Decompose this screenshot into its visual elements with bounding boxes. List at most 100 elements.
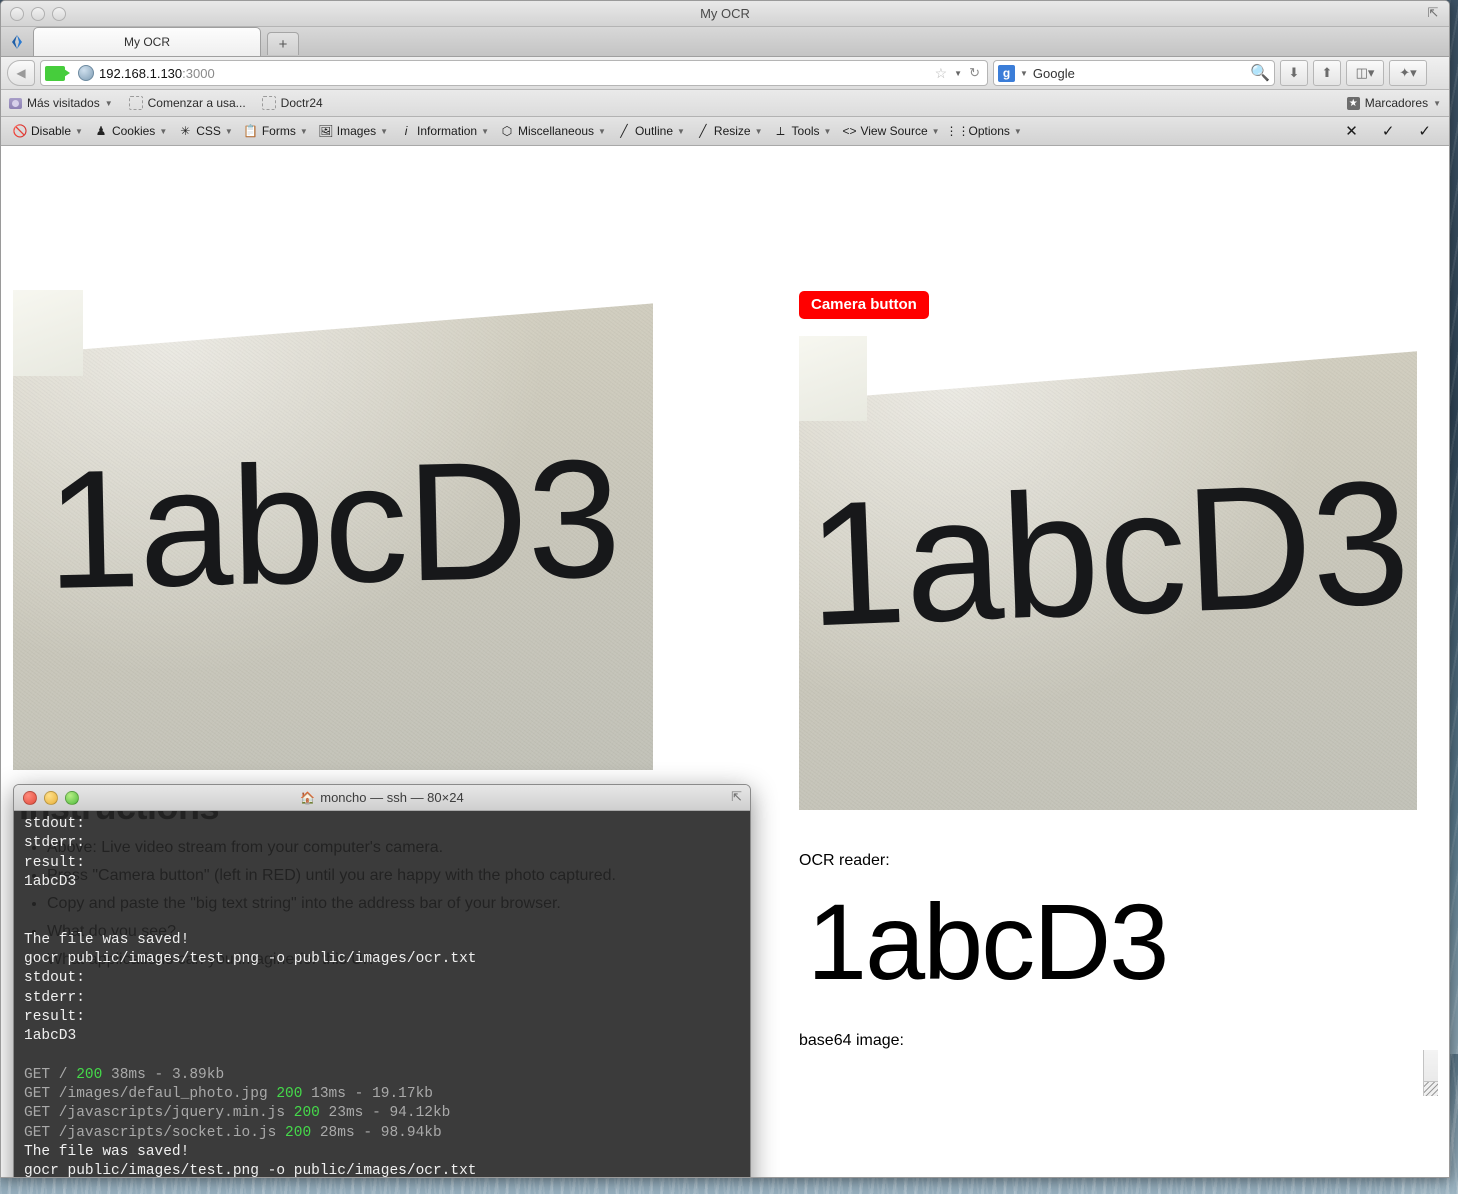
- expand-icon[interactable]: ⇱: [731, 789, 742, 805]
- chevron-down-icon-d4[interactable]: ▼: [380, 127, 388, 136]
- no-entry-icon: 🚫: [12, 124, 28, 138]
- devtool-images[interactable]: 🖼 Images ▼: [315, 118, 395, 144]
- bookmark-label: Comenzar a usa...: [147, 96, 246, 110]
- star-icon[interactable]: ☆: [935, 65, 948, 82]
- chevron-down-icon-bm[interactable]: ▼: [105, 99, 113, 108]
- devtool-label: Outline: [634, 124, 673, 138]
- terminal-line: GET /images/defaul_photo.jpg 200 13ms - …: [24, 1086, 433, 1103]
- terminal-zoom-button[interactable]: [65, 791, 79, 805]
- devtool-css[interactable]: ✳ CSS ▼: [174, 118, 240, 144]
- tab-label: My OCR: [124, 35, 170, 49]
- devtool-cookies[interactable]: ♟ Cookies ▼: [90, 118, 174, 144]
- error-x-icon[interactable]: ✕: [1345, 122, 1358, 140]
- devtool-label: View Source: [860, 124, 928, 138]
- devtool-outline[interactable]: ╱ Outline ▼: [613, 118, 692, 144]
- addons-icon[interactable]: ✦▾: [1389, 60, 1427, 86]
- address-bar-actions: ☆ ▼ ↻: [935, 65, 983, 82]
- terminal-titlebar: 🏠 moncho — ssh — 80×24 ⇱: [14, 785, 750, 811]
- url-port: :3000: [182, 65, 215, 81]
- search-bar[interactable]: g ▼ Google 🔍: [993, 60, 1275, 86]
- box-icon: ⬡: [501, 124, 513, 138]
- search-input[interactable]: Google: [1033, 66, 1245, 81]
- search-icon[interactable]: 🔍: [1250, 63, 1270, 83]
- chevron-down-icon-d1[interactable]: ▼: [159, 127, 167, 136]
- code-brackets-icon: <>: [842, 124, 857, 138]
- devtool-label: Miscellaneous: [518, 124, 595, 138]
- firefox-logo-icon: [1, 27, 33, 56]
- devtool-disable[interactable]: 🚫 Disable ▼: [9, 118, 90, 144]
- google-badge-icon[interactable]: g: [998, 64, 1015, 82]
- devtool-label: Cookies: [111, 124, 156, 138]
- devtool-view-source[interactable]: <> View Source ▼: [838, 118, 946, 144]
- terminal-line: gocr public/images/test.png -o public/im…: [24, 951, 477, 968]
- minimize-button[interactable]: [31, 7, 45, 21]
- devtool-forms[interactable]: 📋 Forms ▼: [240, 118, 315, 144]
- chevron-down-icon-d11[interactable]: ▼: [1014, 127, 1022, 136]
- chevron-down-icon-d3[interactable]: ▼: [300, 127, 308, 136]
- terminal-window-controls[interactable]: [23, 791, 79, 805]
- download-arrow-icon[interactable]: ⬇: [1280, 60, 1308, 86]
- resize-grip-icon[interactable]: [1423, 1081, 1438, 1096]
- bookmark-comenzar-a-usar[interactable]: Comenzar a usa...: [128, 96, 246, 110]
- tab-strip: My OCR +: [1, 27, 1449, 57]
- home-icon[interactable]: ⬆: [1313, 60, 1341, 86]
- blank-page-icon: [128, 96, 143, 110]
- ruler-icon: ╱: [699, 124, 707, 138]
- bookmark-doctr24[interactable]: Doctr24: [261, 96, 323, 110]
- terminal-line: result:: [24, 854, 85, 871]
- terminal-line: The file was saved!: [24, 931, 190, 948]
- chevron-down-icon-d6[interactable]: ▼: [598, 127, 606, 136]
- devtool-options[interactable]: ⋮⋮ Options ▼: [946, 118, 1029, 144]
- reload-icon[interactable]: ↻: [969, 65, 980, 81]
- terminal-minimize-button[interactable]: [44, 791, 58, 805]
- chevron-down-icon-d2[interactable]: ▼: [225, 127, 233, 136]
- terminal-line: GET / 200 38ms - 3.89kb: [24, 1066, 225, 1083]
- terminal-line: stdout:: [24, 816, 85, 832]
- tab-my-ocr[interactable]: My OCR: [33, 27, 261, 56]
- chevron-down-icon-d5[interactable]: ▼: [481, 127, 489, 136]
- devtool-label: Images: [336, 124, 377, 138]
- bookmarks-menu[interactable]: ★ Marcadores ▼: [1346, 96, 1441, 110]
- chevron-down-icon-d10[interactable]: ▼: [932, 127, 940, 136]
- camera-icon[interactable]: [45, 65, 70, 81]
- cookie-stamp-icon: ♟: [95, 124, 107, 138]
- page-content: 1abcD3 Instructions Above: Live video st…: [1, 146, 1449, 1177]
- captured-photo: 1abcD3: [799, 336, 1417, 810]
- bookmark-label: Doctr24: [280, 96, 323, 110]
- wand-icon: ✳: [180, 124, 191, 138]
- devtool-label: Resize: [713, 124, 751, 138]
- reader-icon[interactable]: ◫▾: [1346, 60, 1384, 86]
- devtool-tools[interactable]: ⟂ Tools ▼: [770, 118, 839, 144]
- new-tab-button[interactable]: +: [267, 32, 299, 55]
- terminal-close-button[interactable]: [23, 791, 37, 805]
- terminal-line: stdout:: [24, 970, 85, 987]
- validation-check-icon[interactable]: ✓: [1382, 122, 1395, 140]
- chevron-down-icon-bmmenu[interactable]: ▼: [1433, 99, 1441, 108]
- screen: My OCR ⇱ My OCR + ◀ 192.168.1.130:3000 ☆…: [0, 0, 1458, 1194]
- fullscreen-icon[interactable]: ⇱: [1425, 5, 1441, 21]
- clipboard-icon: 📋: [243, 124, 259, 138]
- validation-check-icon-2[interactable]: ✓: [1418, 122, 1431, 140]
- chevron-down-icon-d9[interactable]: ▼: [824, 127, 832, 136]
- terminal-output[interactable]: stdout: stderr: result: 1abcD3 The file was…: [14, 811, 750, 1177]
- devtool-label: Options: [968, 124, 1010, 138]
- chevron-down-icon-d0[interactable]: ▼: [75, 127, 83, 136]
- devtool-resize[interactable]: ╱ Resize ▼: [692, 118, 770, 144]
- chevron-down-icon-d7[interactable]: ▼: [677, 127, 685, 136]
- chevron-down-icon-d8[interactable]: ▼: [755, 127, 763, 136]
- zoom-button[interactable]: [52, 7, 66, 21]
- chevron-down-icon-search[interactable]: ▼: [1020, 69, 1028, 78]
- back-arrow-icon[interactable]: ◀: [7, 60, 35, 86]
- address-bar[interactable]: 192.168.1.130:3000 ☆ ▼ ↻: [40, 60, 988, 86]
- devtool-miscellaneous[interactable]: ⬡ Miscellaneous ▼: [496, 118, 613, 144]
- chevron-down-icon[interactable]: ▼: [954, 69, 962, 78]
- base64-scrollbar[interactable]: [1423, 1050, 1438, 1083]
- bookmark-mas-visitados[interactable]: Más visitados ▼: [9, 96, 113, 110]
- close-button[interactable]: [10, 7, 24, 21]
- live-video-stream: 1abcD3: [13, 290, 653, 770]
- terminal-line: stderr:: [24, 989, 85, 1006]
- camera-button[interactable]: Camera button: [799, 291, 929, 320]
- window-controls[interactable]: [10, 7, 66, 21]
- devtool-information[interactable]: i Information ▼: [395, 118, 496, 144]
